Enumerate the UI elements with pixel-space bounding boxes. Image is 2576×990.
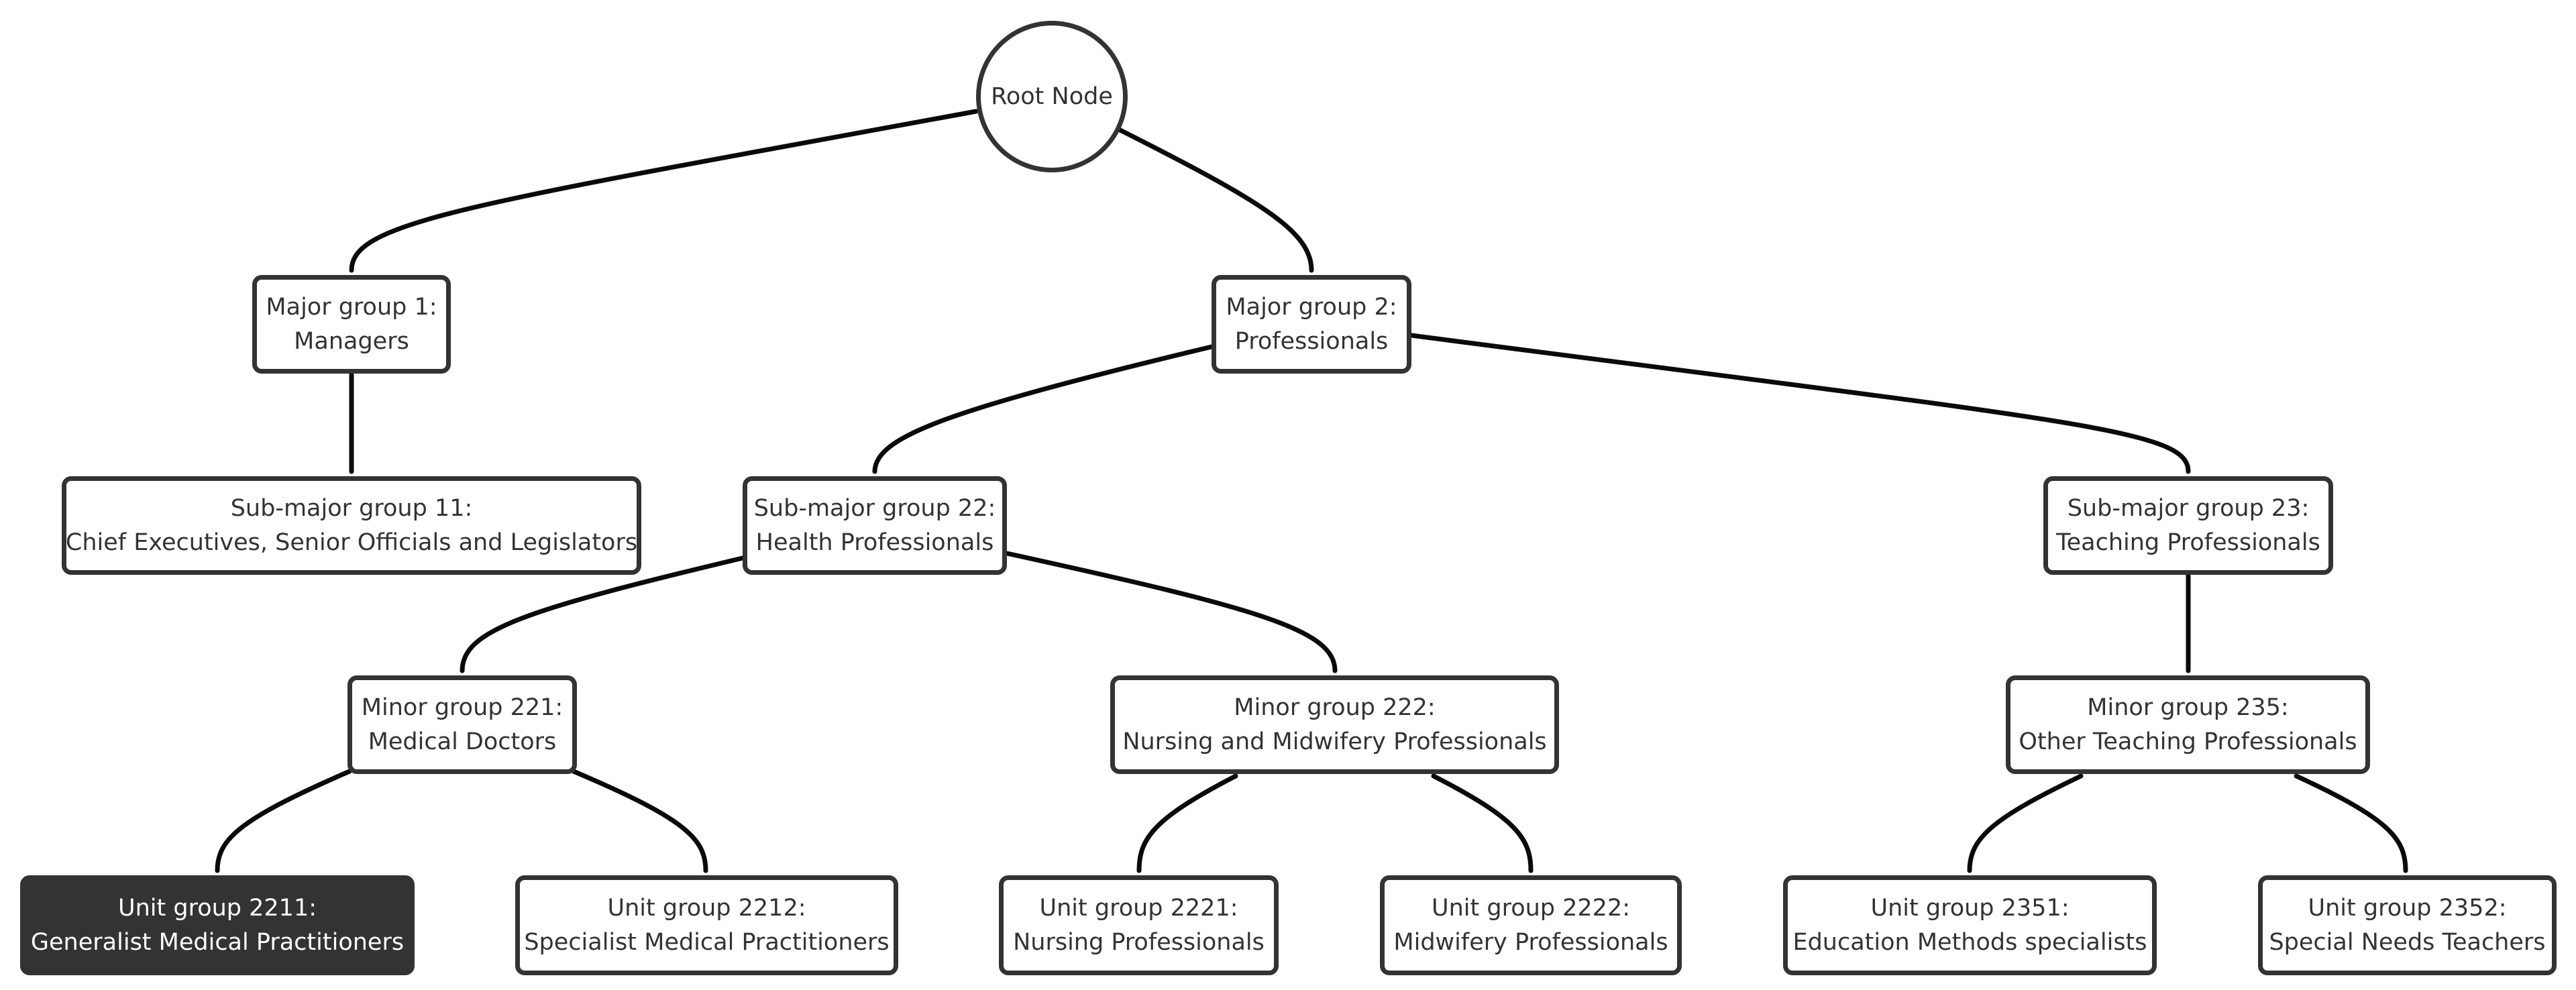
edge-mg2-sm23 — [1409, 333, 2191, 474]
node-title-label: Generalist Medical Practitioners — [30, 928, 405, 956]
node-unit-group-2352[interactable]: Unit group 2352: Special Needs Teachers — [2258, 875, 2557, 975]
node-title-label: Special Needs Teachers — [2269, 928, 2546, 956]
node-title-label: Health Professionals — [755, 529, 994, 556]
node-minor-group-221[interactable]: Minor group 221: Medical Doctors — [347, 675, 577, 774]
node-code-label: Sub-major group 22: — [753, 494, 996, 522]
node-title-label: Nursing Professionals — [1013, 928, 1265, 956]
node-title-label: Midwifery Professionals — [1393, 928, 1668, 956]
node-code-label: Unit group 2211: — [117, 894, 317, 922]
node-minor-group-235[interactable]: Minor group 235: Other Teaching Professi… — [2006, 675, 2370, 774]
node-title-label: Chief Executives, Senior Officials and L… — [65, 529, 638, 556]
node-unit-group-2222[interactable]: Unit group 2222: Midwifery Professionals — [1380, 875, 1682, 975]
node-code-label: Sub-major group 23: — [2067, 494, 2310, 522]
node-code-label: Unit group 2212: — [607, 894, 806, 922]
edge-mn221-u2211 — [215, 769, 352, 873]
node-code-label: Minor group 235: — [2087, 694, 2289, 721]
node-sub-major-group-11[interactable]: Sub-major group 11: Chief Executives, Se… — [62, 476, 641, 575]
node-title-label: Specialist Medical Practitioners — [524, 928, 890, 956]
node-title-label: Education Methods specialists — [1792, 928, 2147, 956]
node-code-label: Unit group 2221: — [1039, 894, 1238, 922]
node-code-label: Major group 2: — [1226, 293, 1397, 321]
node-unit-group-2221[interactable]: Unit group 2221: Nursing Professionals — [999, 875, 1279, 975]
node-label: Root Node — [991, 82, 1113, 110]
edge-root-mg2 — [1116, 127, 1314, 273]
edge-mn222-u2222 — [1431, 773, 1534, 873]
edge-sm22-mn221 — [460, 555, 745, 673]
edge-mn221-u2212 — [571, 769, 708, 873]
node-title-label: Other Teaching Professionals — [2019, 728, 2357, 755]
node-unit-group-2211[interactable]: Unit group 2211: Generalist Medical Prac… — [20, 875, 415, 975]
node-code-label: Unit group 2351: — [1870, 894, 2070, 922]
node-code-label: Unit group 2222: — [1431, 894, 1630, 922]
node-code-label: Minor group 221: — [361, 694, 564, 721]
edge-mn222-u2221 — [1136, 773, 1238, 873]
node-title-label: Professionals — [1234, 327, 1389, 355]
edge-mn235-u2352 — [2294, 773, 2408, 873]
node-minor-group-222[interactable]: Minor group 222: Nursing and Midwifery P… — [1110, 675, 1559, 774]
node-sub-major-group-23[interactable]: Sub-major group 23: Teaching Professiona… — [2043, 476, 2333, 575]
edge-root-mg1 — [349, 109, 979, 273]
node-major-group-2[interactable]: Major group 2: Professionals — [1212, 275, 1411, 374]
node-title-label: Nursing and Midwifery Professionals — [1122, 728, 1547, 755]
node-sub-major-group-22[interactable]: Sub-major group 22: Health Professionals — [743, 476, 1007, 575]
node-title-label: Medical Doctors — [368, 728, 557, 755]
node-title-label: Teaching Professionals — [2056, 529, 2320, 556]
node-unit-group-2212[interactable]: Unit group 2212: Specialist Medical Prac… — [515, 875, 898, 975]
node-root[interactable]: Root Node — [976, 21, 1128, 172]
node-code-label: Minor group 222: — [1234, 694, 1436, 721]
edge-mn235-u2351 — [1967, 773, 2084, 873]
node-unit-group-2351[interactable]: Unit group 2351: Education Methods speci… — [1783, 875, 2157, 975]
node-code-label: Unit group 2352: — [2308, 894, 2507, 922]
node-major-group-1[interactable]: Major group 1: Managers — [252, 275, 451, 374]
edge-mg2-sm22 — [872, 344, 1214, 474]
node-title-label: Managers — [294, 327, 409, 355]
node-code-label: Major group 1: — [266, 293, 437, 321]
edge-sm22-mn222 — [1004, 551, 1338, 673]
node-code-label: Sub-major group 11: — [230, 494, 473, 522]
